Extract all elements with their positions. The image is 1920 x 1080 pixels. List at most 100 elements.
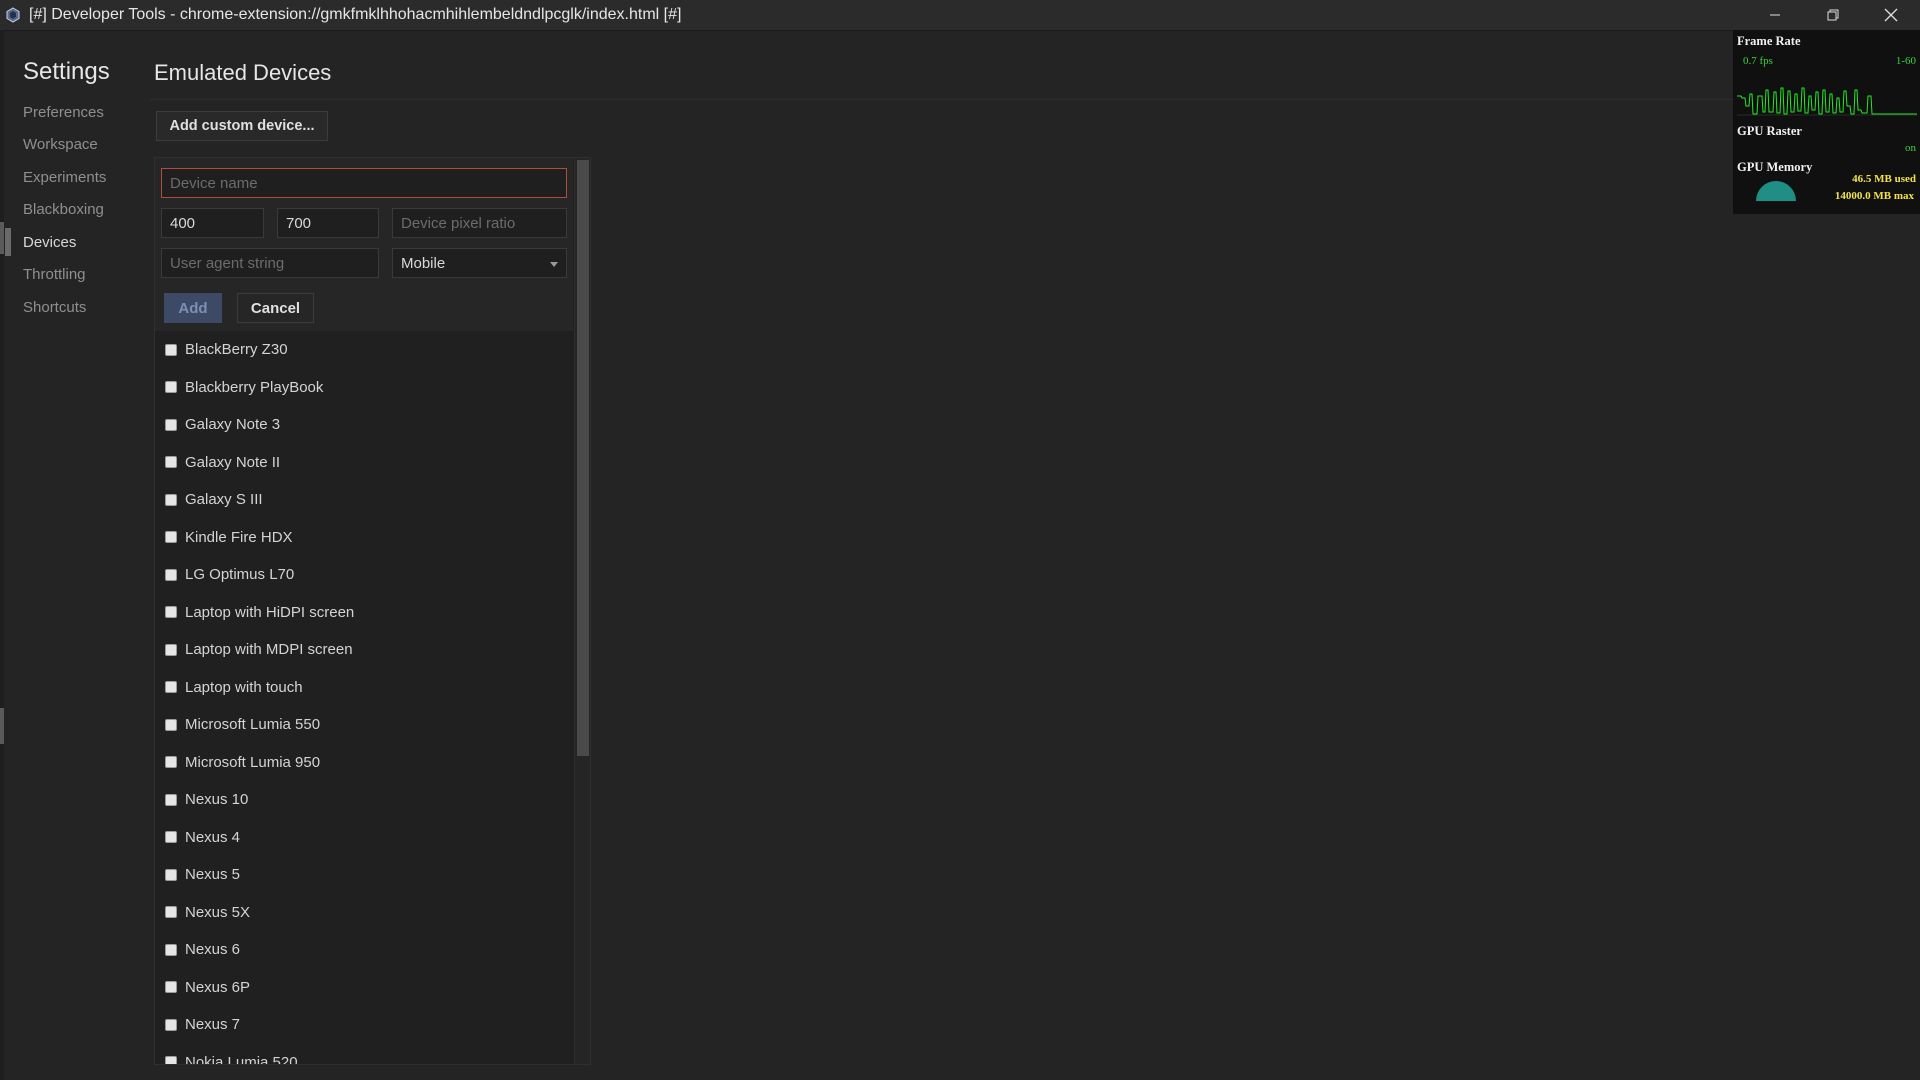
user-agent-input[interactable]: User agent string	[161, 248, 379, 278]
device-label: LG Optimus L70	[185, 566, 295, 584]
device-checkbox[interactable]	[165, 418, 177, 431]
device-label: Nexus 6P	[185, 978, 251, 996]
device-label: Nexus 10	[185, 791, 249, 809]
device-checkbox[interactable]	[165, 1056, 177, 1064]
device-checkbox[interactable]	[165, 868, 177, 881]
device-height-input[interactable]: 700	[277, 208, 379, 238]
device-checkbox[interactable]	[165, 1018, 177, 1031]
nav-item-label: Blackboxing	[23, 201, 104, 219]
list-item[interactable]: Nexus 5X	[155, 894, 573, 932]
list-item[interactable]: Laptop with MDPI screen	[155, 631, 573, 669]
list-item[interactable]: Nexus 6	[155, 931, 573, 969]
nav-item-experiments[interactable]: Experiments	[0, 161, 150, 194]
device-label: Nexus 7	[185, 1016, 241, 1034]
list-item[interactable]: Kindle Fire HDX	[155, 519, 573, 557]
device-name-input[interactable]: Device name	[161, 168, 567, 198]
minimize-icon[interactable]	[1746, 0, 1804, 30]
nav-item-label: Workspace	[23, 136, 98, 154]
device-label: Nexus 4	[185, 828, 241, 846]
device-label: Nokia Lumia 520	[185, 1053, 298, 1065]
list-item[interactable]: Blackberry PlayBook	[155, 369, 573, 407]
device-checkbox[interactable]	[165, 906, 177, 919]
device-checkbox[interactable]	[165, 381, 177, 394]
device-type-value: Mobile	[401, 254, 446, 272]
hud-memory-used: 46.5 MB used	[1852, 173, 1916, 185]
nav-item-label: Preferences	[23, 103, 104, 121]
device-label: Blackberry PlayBook	[185, 378, 324, 396]
list-item[interactable]: Galaxy Note 3	[155, 406, 573, 444]
nav-item-devices[interactable]: Devices	[0, 226, 150, 259]
restore-icon[interactable]	[1804, 0, 1862, 30]
device-checkbox[interactable]	[165, 493, 177, 506]
device-checkbox[interactable]	[165, 756, 177, 769]
device-list: BlackBerry Z30 Blackberry PlayBook Galax…	[155, 331, 573, 1065]
device-label: BlackBerry Z30	[185, 341, 288, 359]
list-item[interactable]: Laptop with touch	[155, 669, 573, 707]
device-label: Nexus 5X	[185, 903, 251, 921]
scroll-thumb[interactable]	[577, 160, 589, 756]
device-label: Microsoft Lumia 550	[185, 716, 321, 734]
nav-item-preferences[interactable]: Preferences	[0, 96, 150, 129]
device-label: Nexus 6	[185, 941, 241, 959]
device-checkbox[interactable]	[165, 456, 177, 469]
list-item[interactable]: Galaxy S III	[155, 481, 573, 519]
device-pixel-ratio-input[interactable]: Device pixel ratio	[392, 208, 567, 238]
list-item[interactable]: Microsoft Lumia 950	[155, 744, 573, 782]
close-icon[interactable]	[1862, 0, 1920, 30]
performance-hud: Frame Rate 0.7 fps 1-60 GPU Raster on GP…	[1733, 30, 1920, 214]
device-label: Galaxy Note II	[185, 453, 281, 471]
custom-device-form: Device name 400 700 Device pixel ratio U…	[155, 158, 573, 331]
frame-rate-graph	[1737, 87, 1917, 116]
hud-gpu-raster-status: on	[1905, 142, 1916, 154]
window-title: [#] Developer Tools - chrome-extension:/…	[29, 6, 682, 23]
list-item[interactable]: Nexus 6P	[155, 969, 573, 1007]
device-checkbox[interactable]	[165, 718, 177, 731]
nav-item-blackboxing[interactable]: Blackboxing	[0, 194, 150, 227]
device-checkbox[interactable]	[165, 643, 177, 656]
device-label: Nexus 5	[185, 866, 241, 884]
nav-item-label: Experiments	[23, 168, 107, 186]
list-item[interactable]: Galaxy Note II	[155, 444, 573, 482]
device-list-scrollbar[interactable]	[574, 158, 590, 1064]
settings-nav: Preferences Workspace Experiments Blackb…	[0, 96, 150, 324]
device-checkbox[interactable]	[165, 793, 177, 806]
list-item[interactable]: Nexus 4	[155, 819, 573, 857]
device-label: Laptop with touch	[185, 678, 303, 696]
device-checkbox[interactable]	[165, 681, 177, 694]
device-checkbox[interactable]	[165, 943, 177, 956]
device-checkbox[interactable]	[165, 606, 177, 619]
nav-item-label: Throttling	[23, 266, 86, 284]
list-item[interactable]: Nexus 7	[155, 1006, 573, 1044]
device-label: Galaxy S III	[185, 491, 263, 509]
device-label: Microsoft Lumia 950	[185, 753, 321, 771]
device-label: Kindle Fire HDX	[185, 528, 293, 546]
add-custom-device-button[interactable]: Add custom device...	[156, 111, 328, 141]
list-item[interactable]: Microsoft Lumia 550	[155, 706, 573, 744]
list-item[interactable]: Nexus 5	[155, 856, 573, 894]
list-item[interactable]: Nokia Lumia 520	[155, 1044, 573, 1065]
nav-item-workspace[interactable]: Workspace	[0, 129, 150, 162]
device-checkbox[interactable]	[165, 343, 177, 356]
list-item[interactable]: Nexus 10	[155, 781, 573, 819]
device-checkbox[interactable]	[165, 831, 177, 844]
device-checkbox[interactable]	[165, 531, 177, 544]
device-type-select[interactable]: Mobile	[392, 248, 567, 278]
nav-item-throttling[interactable]: Throttling	[0, 259, 150, 292]
gpu-memory-gauge	[1756, 181, 1796, 201]
nav-item-label: Devices	[23, 233, 77, 251]
device-label: Laptop with MDPI screen	[185, 641, 353, 659]
list-item[interactable]: Laptop with HiDPI screen	[155, 594, 573, 632]
nav-item-shortcuts[interactable]: Shortcuts	[0, 291, 150, 324]
hud-gpu-memory-title: GPU Memory	[1737, 160, 1813, 174]
device-checkbox[interactable]	[165, 981, 177, 994]
device-label: Laptop with HiDPI screen	[185, 603, 355, 621]
settings-title: Settings	[23, 58, 110, 85]
cancel-button[interactable]: Cancel	[237, 293, 314, 323]
list-item[interactable]: BlackBerry Z30	[155, 331, 573, 369]
device-label: Galaxy Note 3	[185, 416, 281, 434]
add-button[interactable]: Add	[164, 293, 222, 323]
device-width-input[interactable]: 400	[161, 208, 264, 238]
list-item[interactable]: LG Optimus L70	[155, 556, 573, 594]
section-title: Emulated Devices	[154, 60, 332, 85]
device-checkbox[interactable]	[165, 568, 177, 581]
